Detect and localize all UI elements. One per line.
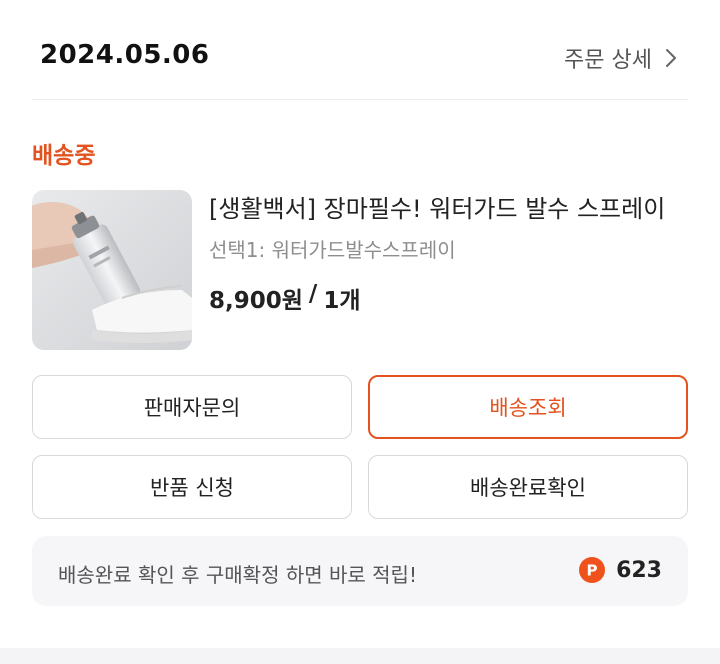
order-detail-link[interactable]: 주문 상세 [564, 42, 680, 74]
order-detail-label: 주문 상세 [564, 48, 652, 73]
product-image[interactable] [32, 190, 192, 350]
product-price-row: 8,900원 / 1개 [209, 281, 689, 315]
points-message: 배송완료 확인 후 구매확정 하면 바로 적립! [58, 563, 417, 587]
section-separator [0, 648, 720, 664]
track-delivery-button[interactable]: 배송조회 [368, 375, 688, 439]
seller-inquiry-button[interactable]: 판매자문의 [32, 375, 352, 439]
product-info: [생활백서] 장마필수! 워터가드 발수 스프레이 선택1: 워터가드발수스프레… [209, 192, 689, 315]
delivery-status: 배송중 [32, 143, 96, 169]
points-coin-icon: P [579, 557, 606, 583]
header-divider [32, 99, 688, 100]
points-banner: 배송완료 확인 후 구매확정 하면 바로 적립! P 623 [32, 536, 688, 606]
price-separator: / [308, 281, 318, 307]
order-header: 2024.05.06 주문 상세 [32, 28, 688, 84]
return-request-button[interactable]: 반품 신청 [32, 455, 352, 519]
product-quantity: 1개 [323, 288, 361, 314]
order-date: 2024.05.06 [40, 40, 210, 70]
points-value-group: P 623 [578, 556, 662, 584]
points-value: 623 [616, 557, 662, 583]
points-icon-letter: P [587, 562, 598, 580]
product-option: 선택1: 워터가드발수스프레이 [209, 238, 456, 262]
chevron-right-icon [666, 49, 676, 67]
product-title[interactable]: [생활백서] 장마필수! 워터가드 발수 스프레이 [209, 192, 689, 226]
product-price: 8,900원 [209, 288, 303, 314]
confirm-delivery-button[interactable]: 배송완료확인 [368, 455, 688, 519]
